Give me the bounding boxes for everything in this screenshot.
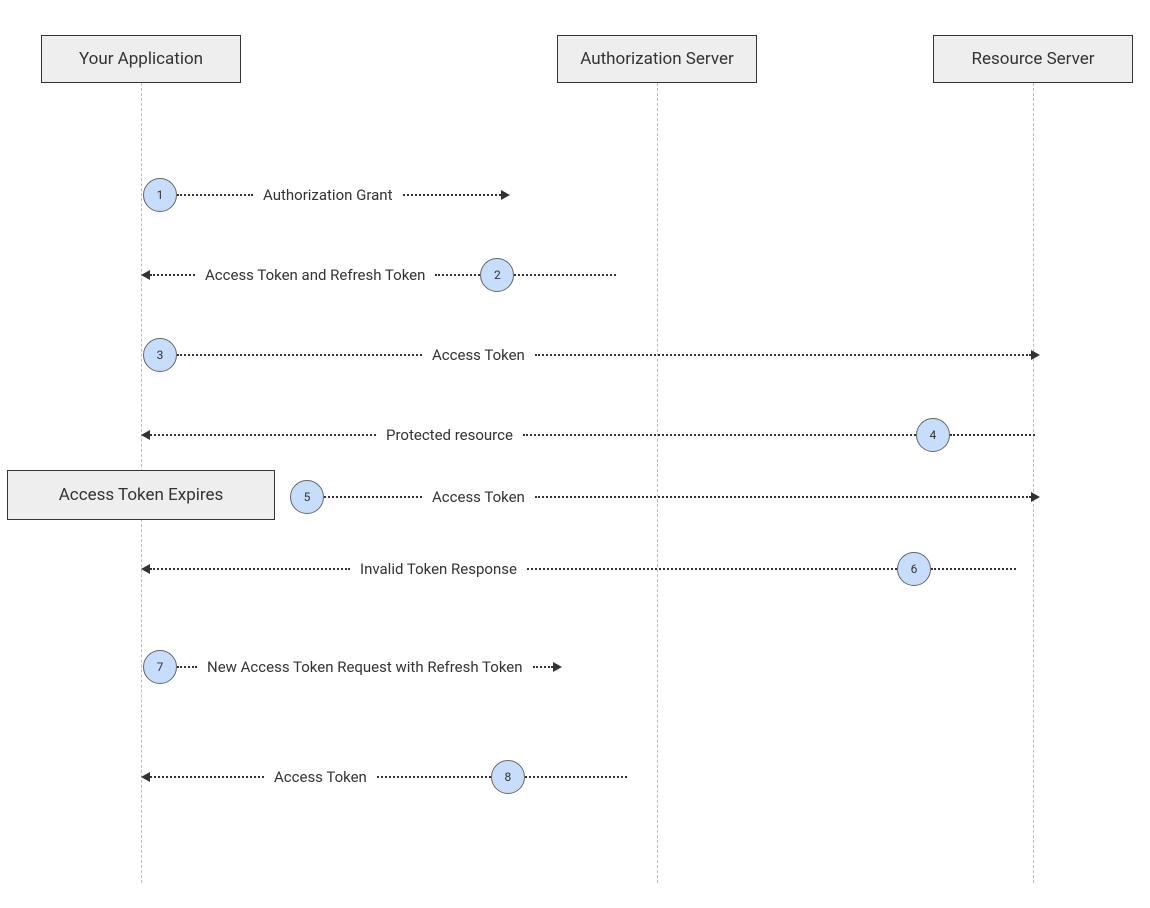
dotted-line <box>435 274 480 276</box>
message-8-label: Access Token <box>264 768 377 786</box>
step-number-6: 6 <box>897 552 931 586</box>
message-1-label: Authorization Grant <box>253 186 403 204</box>
lifeline-your-application: Your Application <box>41 35 241 83</box>
dotted-line <box>177 354 422 356</box>
arrow-right-icon <box>1031 492 1040 502</box>
dotted-line <box>931 568 1016 570</box>
dotted-line <box>150 434 376 436</box>
step-number-4: 4 <box>916 418 950 452</box>
dotted-line <box>324 496 422 498</box>
dotted-line <box>177 666 197 668</box>
message-3-label: Access Token <box>422 346 535 364</box>
note-access-token-expires: Access Token Expires <box>7 470 275 520</box>
dotted-line <box>514 274 616 276</box>
message-4-label: Protected resource <box>376 426 523 444</box>
message-4: Protected resource 4 <box>141 418 1035 452</box>
arrow-right-icon <box>553 662 562 672</box>
step-number-3: 3 <box>143 338 177 372</box>
dotted-line <box>523 434 916 436</box>
dotted-line <box>403 194 501 196</box>
dotted-line <box>535 354 1031 356</box>
message-2: Access Token and Refresh Token 2 <box>141 258 616 292</box>
arrow-right-icon <box>1031 350 1040 360</box>
message-8: Access Token 8 <box>141 760 627 794</box>
step-number-8: 8 <box>491 760 525 794</box>
dotted-line <box>950 434 1035 436</box>
arrow-left-icon <box>141 564 150 574</box>
dotted-line <box>533 666 553 668</box>
dotted-line <box>150 776 264 778</box>
message-2-label: Access Token and Refresh Token <box>195 266 435 284</box>
dotted-line <box>525 776 627 778</box>
message-7-label: New Access Token Request with Refresh To… <box>197 658 533 676</box>
step-number-7: 7 <box>143 650 177 684</box>
message-5-label: Access Token <box>422 488 535 506</box>
message-5: 5 Access Token <box>290 480 1040 514</box>
dotted-line <box>150 274 195 276</box>
arrow-left-icon <box>141 430 150 440</box>
sequence-diagram: Your Application Authorization Server Re… <box>0 0 1150 908</box>
message-1: 1 Authorization Grant <box>143 178 510 212</box>
step-number-2: 2 <box>480 258 514 292</box>
arrow-left-icon <box>141 772 150 782</box>
step-number-5: 5 <box>290 480 324 514</box>
message-3: 3 Access Token <box>143 338 1040 372</box>
lifeline-resource-server: Resource Server <box>933 35 1133 83</box>
dotted-line <box>535 496 1031 498</box>
dotted-line <box>527 568 897 570</box>
lifeline-authorization-server: Authorization Server <box>557 35 757 83</box>
arrow-right-icon <box>501 190 510 200</box>
message-7: 7 New Access Token Request with Refresh … <box>143 650 562 684</box>
dotted-line <box>150 568 350 570</box>
dotted-line <box>177 194 253 196</box>
step-number-1: 1 <box>143 178 177 212</box>
message-6-label: Invalid Token Response <box>350 560 527 578</box>
message-6: Invalid Token Response 6 <box>141 552 1016 586</box>
arrow-left-icon <box>141 270 150 280</box>
dotted-line <box>377 776 491 778</box>
